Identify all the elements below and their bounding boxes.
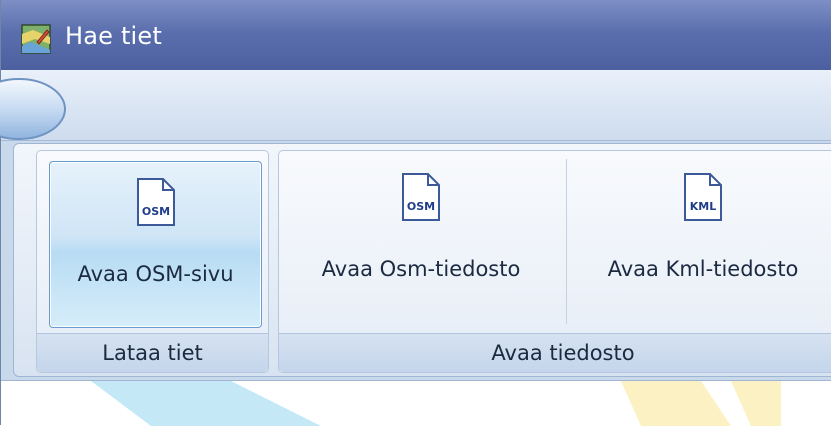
osm-file-icon: OSM	[402, 173, 440, 221]
ribbon-group-lataa-tiet: OSM Avaa OSM-sivu Lataa tiet	[36, 150, 269, 373]
ribbon: OSM Avaa OSM-sivu Lataa tiet OSM Avaa Os…	[13, 143, 831, 377]
group-label: Avaa tiedosto	[279, 333, 831, 372]
icon-text: KML	[690, 200, 716, 213]
icon-text: OSM	[407, 200, 435, 213]
ribbon-group-avaa-tiedosto: OSM Avaa Osm-tiedosto KML Avaa Kml-tiedo…	[278, 150, 831, 373]
avaa-osm-tiedosto-button[interactable]: OSM Avaa Osm-tiedosto	[281, 157, 561, 327]
kml-file-icon: KML	[684, 173, 722, 221]
map-road-shape	[621, 381, 781, 426]
map-view[interactable]	[1, 380, 831, 426]
button-label: Avaa Kml-tiedosto	[607, 257, 799, 281]
avaa-kml-tiedosto-button[interactable]: KML Avaa Kml-tiedosto	[571, 157, 831, 327]
map-water-shape	[91, 381, 321, 426]
avaa-osm-sivu-button[interactable]: OSM Avaa OSM-sivu	[49, 161, 262, 328]
app-window: Hae tiet OSM Avaa OSM-sivu Lataa tiet OS…	[0, 0, 831, 426]
application-menu-button[interactable]	[0, 78, 67, 140]
button-label: Avaa OSM-sivu	[77, 262, 234, 286]
group-separator	[566, 159, 567, 324]
quick-access-toolbar	[1, 70, 831, 141]
icon-text: OSM	[141, 205, 169, 218]
osm-file-icon: OSM	[136, 178, 175, 226]
window-title: Hae tiet	[65, 22, 163, 50]
button-label: Avaa Osm-tiedosto	[321, 257, 521, 281]
group-label: Lataa tiet	[37, 333, 268, 372]
map-app-icon	[21, 24, 51, 54]
title-bar[interactable]: Hae tiet	[1, 0, 831, 71]
